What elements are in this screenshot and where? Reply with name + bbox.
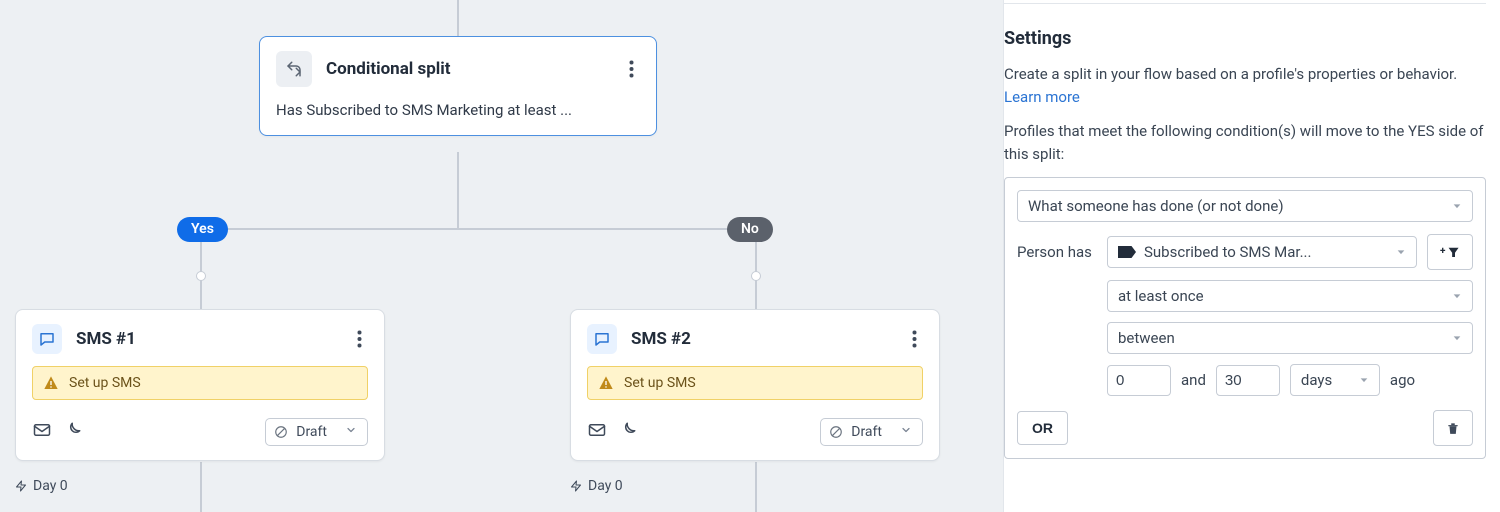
chevron-down-icon [900, 424, 912, 440]
split-card-menu-button[interactable] [623, 56, 640, 82]
panel-description-text: Create a split in your flow based on a p… [1004, 65, 1457, 83]
event-tag-icon [1118, 246, 1136, 258]
connector-line [200, 228, 755, 230]
person-has-label: Person has [1017, 243, 1097, 261]
time-unit-dropdown[interactable]: days [1290, 364, 1380, 396]
draft-status-icon [274, 425, 288, 439]
connector-line [457, 152, 459, 228]
and-label: and [1181, 371, 1206, 389]
sms-warning-text: Set up SMS [624, 375, 696, 391]
add-filter-icon: + [1440, 245, 1460, 259]
panel-condition-intro: Profiles that meet the following conditi… [1004, 120, 1486, 165]
sms-card-title: SMS #2 [631, 329, 906, 349]
trash-icon [1446, 420, 1460, 436]
dropdown-value: at least once [1118, 287, 1204, 305]
warning-icon [598, 375, 614, 391]
caret-down-icon [1452, 329, 1462, 347]
sms-warning-text: Set up SMS [69, 375, 141, 391]
settings-panel: Settings Create a split in your flow bas… [1003, 0, 1500, 512]
dropdown-value: between [1118, 329, 1175, 347]
connector-line [755, 462, 757, 512]
delete-condition-button[interactable] [1433, 410, 1473, 446]
connector-node [196, 271, 206, 281]
to-value-input[interactable] [1216, 365, 1280, 396]
sms-setup-warning[interactable]: Set up SMS [32, 366, 368, 400]
dropdown-value: What someone has done (or not done) [1028, 197, 1284, 215]
sms-icon [587, 324, 617, 354]
connector-line [200, 462, 202, 512]
from-value-input[interactable] [1107, 365, 1171, 396]
quiet-hours-icon[interactable] [619, 421, 637, 443]
bolt-icon [570, 479, 582, 493]
panel-divider [1004, 0, 1486, 4]
status-dropdown[interactable]: Draft [820, 418, 923, 446]
add-filter-button[interactable]: + [1427, 234, 1473, 270]
svg-text:+: + [1440, 246, 1446, 257]
sms-icon [32, 324, 62, 354]
sms-card-2[interactable]: SMS #2 Set up SMS [570, 309, 940, 461]
learn-more-link[interactable]: Learn more [1004, 88, 1080, 106]
status-label: Draft [851, 424, 882, 440]
condition-card: What someone has done (or not done) Pers… [1004, 177, 1486, 459]
bolt-icon [15, 479, 27, 493]
flow-canvas[interactable]: Conditional split Has Subscribed to SMS … [0, 0, 1003, 512]
panel-title: Settings [1004, 28, 1486, 49]
dropdown-value: Subscribed to SMS Mar... [1144, 243, 1311, 261]
caret-down-icon [1359, 371, 1369, 389]
smart-send-icon[interactable] [32, 421, 52, 443]
connector-line [457, 0, 459, 36]
split-icon [276, 51, 312, 87]
caret-down-icon [1396, 243, 1406, 261]
sms-card-1[interactable]: SMS #1 Set up SMS [15, 309, 385, 461]
panel-description: Create a split in your flow based on a p… [1004, 63, 1486, 108]
ago-label: ago [1390, 371, 1415, 389]
quiet-hours-icon[interactable] [64, 421, 82, 443]
event-dropdown[interactable]: Subscribed to SMS Mar... [1107, 236, 1417, 268]
or-button[interactable]: OR [1017, 411, 1068, 445]
caret-down-icon [1452, 197, 1462, 215]
timeframe-dropdown[interactable]: between [1107, 322, 1473, 354]
day-text: Day 0 [588, 478, 623, 494]
sms-setup-warning[interactable]: Set up SMS [587, 366, 923, 400]
branch-badge-no: No [727, 217, 773, 242]
status-label: Draft [296, 424, 327, 440]
sms-card-menu-button[interactable] [906, 326, 923, 352]
sms-card-title: SMS #1 [76, 329, 351, 349]
smart-send-icon[interactable] [587, 421, 607, 443]
conditional-split-card[interactable]: Conditional split Has Subscribed to SMS … [259, 36, 657, 136]
status-dropdown[interactable]: Draft [265, 418, 368, 446]
day-label: Day 0 [570, 478, 623, 494]
sms-card-menu-button[interactable] [351, 326, 368, 352]
caret-down-icon [1452, 287, 1462, 305]
frequency-dropdown[interactable]: at least once [1107, 280, 1473, 312]
chevron-down-icon [345, 424, 357, 440]
branch-badge-yes: Yes [177, 217, 228, 242]
connector-node [751, 271, 761, 281]
split-card-title: Conditional split [326, 59, 623, 79]
day-label: Day 0 [15, 478, 68, 494]
split-card-description: Has Subscribed to SMS Marketing at least… [276, 101, 640, 119]
draft-status-icon [829, 425, 843, 439]
condition-dimension-dropdown[interactable]: What someone has done (or not done) [1017, 190, 1473, 222]
day-text: Day 0 [33, 478, 68, 494]
warning-icon [43, 375, 59, 391]
dropdown-value: days [1301, 371, 1332, 389]
